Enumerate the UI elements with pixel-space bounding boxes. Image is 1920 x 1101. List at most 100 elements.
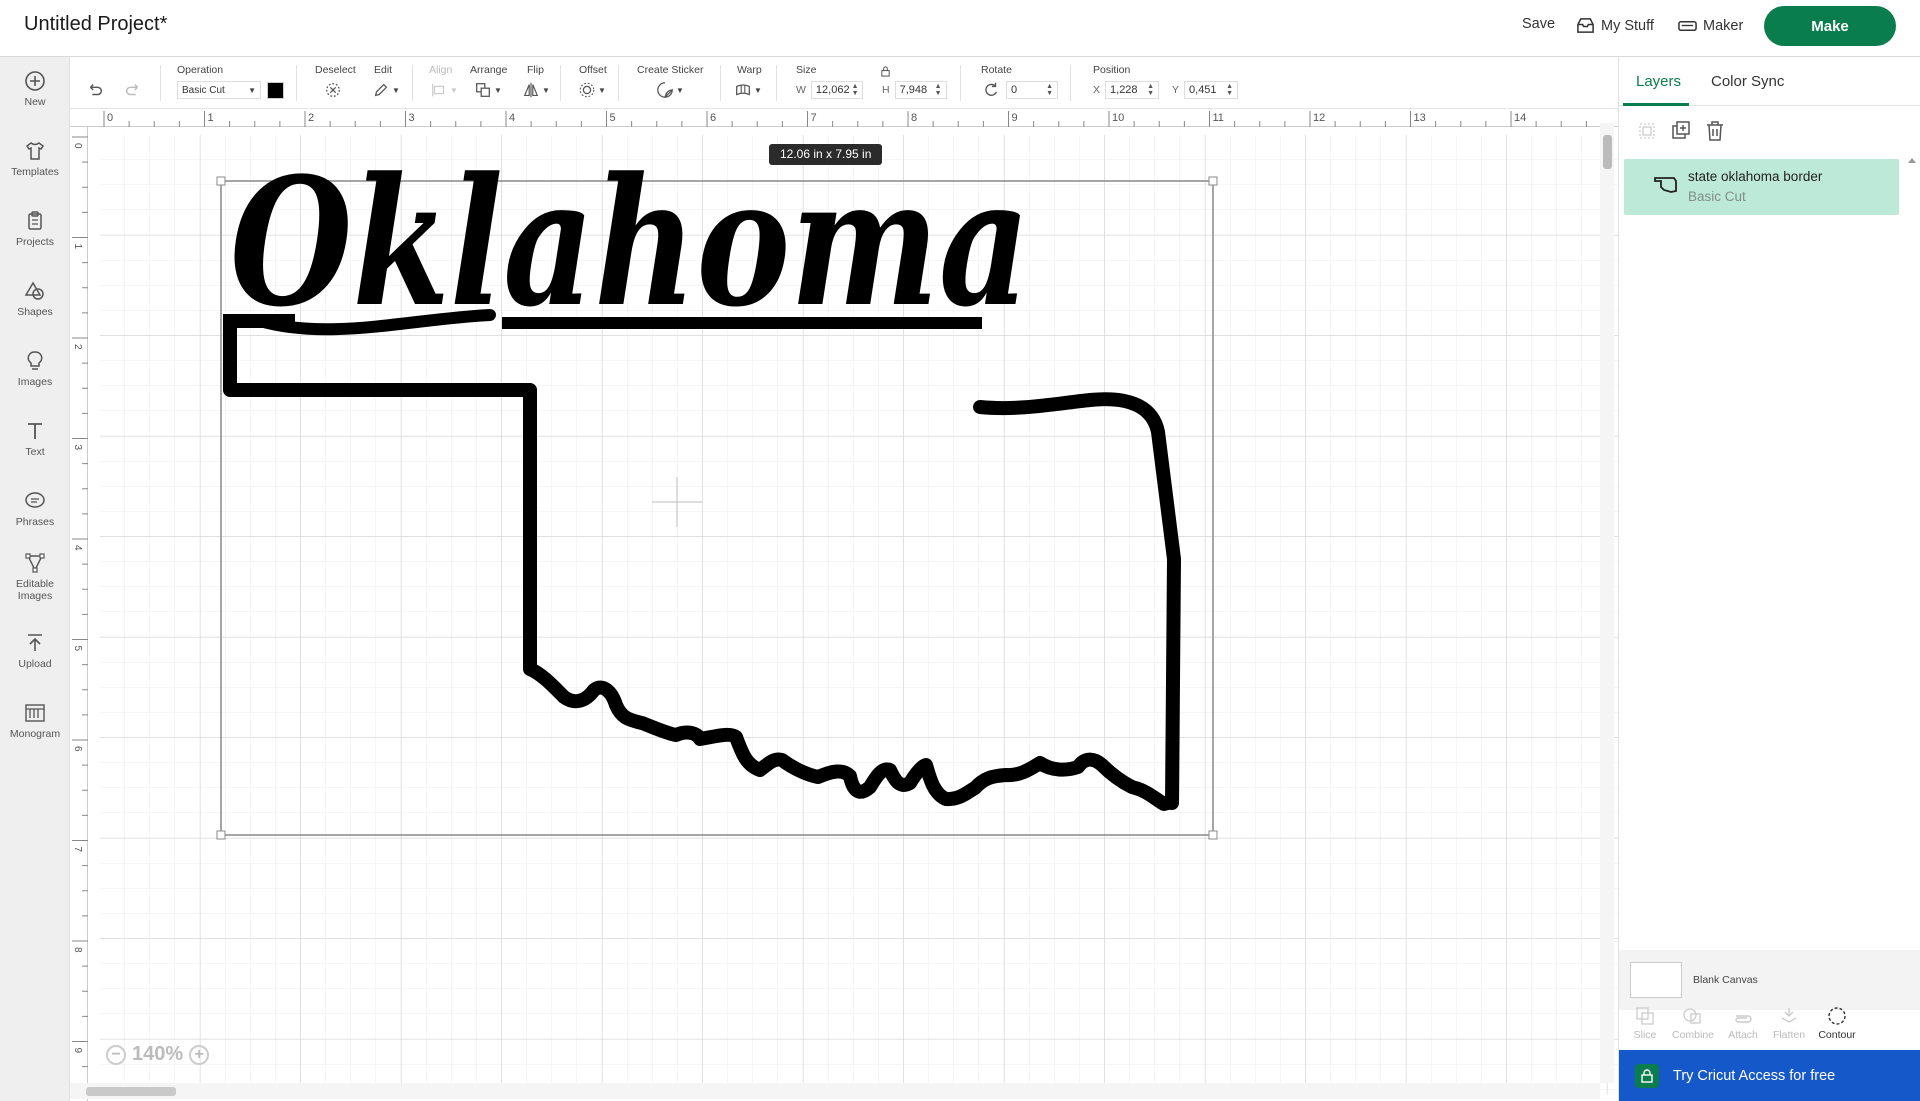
sidebar-item-editable-images[interactable]: Editable Images xyxy=(0,551,70,602)
zoom-in-button[interactable]: + xyxy=(189,1044,210,1065)
stepper-icon[interactable]: ▲ ▼ xyxy=(852,83,859,97)
contour-icon xyxy=(1828,1007,1846,1025)
offset-button[interactable]: ▼ xyxy=(578,81,606,99)
operation-value-box[interactable]: Basic Cut ▼ xyxy=(177,81,261,99)
sidebar-item-new[interactable]: New xyxy=(0,69,70,108)
scroll-thumb[interactable] xyxy=(86,1087,176,1096)
make-button[interactable]: Make xyxy=(1764,6,1896,46)
rotate-input[interactable]: 0 ▲ ▼ xyxy=(1006,81,1058,99)
cricut-access-banner[interactable]: Try Cricut Access for free xyxy=(1619,1050,1920,1101)
y-input[interactable]: 0,451 ▲ ▼ xyxy=(1184,81,1239,99)
maker-label: Maker xyxy=(1703,17,1744,34)
ruler-label: 11 xyxy=(1213,112,1224,124)
blank-canvas-row[interactable]: Blank Canvas xyxy=(1619,950,1920,1010)
combine-icon xyxy=(1683,1008,1701,1024)
x-value: 1,228 xyxy=(1110,84,1138,96)
save-label: Save xyxy=(1522,16,1556,32)
sidebar-item-text[interactable]: Text xyxy=(0,419,70,458)
x-input[interactable]: 1,228 ▲ ▼ xyxy=(1105,81,1160,99)
duplicate-icon[interactable] xyxy=(1669,119,1693,143)
create-sticker-button[interactable]: ▼ xyxy=(656,81,684,99)
ruler-label: 1 xyxy=(208,112,214,124)
deselect-button[interactable] xyxy=(324,81,342,99)
sidebar-item-projects[interactable]: Projects xyxy=(0,209,70,248)
stepper-icon[interactable]: ▲ ▼ xyxy=(1147,83,1154,97)
operation-color-swatch[interactable] xyxy=(267,81,284,99)
ruler-label: 6 xyxy=(710,112,716,124)
horizontal-scrollbar[interactable] xyxy=(70,1083,1600,1099)
ruler-label: 8 xyxy=(72,947,83,953)
combine-button[interactable]: Combine xyxy=(1671,1005,1715,1041)
vertical-scrollbar[interactable] xyxy=(1600,123,1614,1083)
toolbar-divider xyxy=(618,65,619,101)
ruler-label: 0 xyxy=(72,143,83,149)
arrange-button[interactable]: ▼ xyxy=(474,81,502,99)
canvas-color-swatch[interactable] xyxy=(1630,962,1682,998)
operation-select[interactable]: Basic Cut ▼ xyxy=(177,81,284,99)
edit-button[interactable]: ▼ xyxy=(372,81,400,99)
group-icon[interactable] xyxy=(1635,119,1659,143)
sidebar-label: Images xyxy=(17,376,53,388)
my-stuff-button[interactable]: My Stuff xyxy=(1576,16,1654,35)
sidebar-item-phrases[interactable]: Phrases xyxy=(0,489,70,528)
layer-name: state oklahoma border xyxy=(1688,169,1823,184)
panel-scrollbar[interactable] xyxy=(1905,153,1919,1003)
chevron-down-icon: ▼ xyxy=(450,85,458,95)
design-layer-oklahoma[interactable]: Oklahoma xyxy=(70,109,1618,1101)
width-input[interactable]: 12,062 ▲ ▼ xyxy=(810,81,863,99)
warp-icon xyxy=(736,84,750,96)
size-label: Size xyxy=(796,64,817,76)
selection-handle[interactable] xyxy=(216,176,226,186)
align-button[interactable]: ▼ xyxy=(430,81,458,99)
tab-layers[interactable]: Layers xyxy=(1636,73,1681,90)
inbox-icon xyxy=(1577,18,1594,33)
flatten-icon xyxy=(1781,1008,1797,1023)
sidebar-label: Phrases xyxy=(15,516,55,528)
ruler-label: 6 xyxy=(72,746,83,752)
y-value: 0,451 xyxy=(1189,84,1217,96)
contour-label: Contour xyxy=(1818,1029,1856,1041)
zoom-value: 140% xyxy=(132,1043,184,1065)
redo-button[interactable] xyxy=(124,81,142,99)
sidebar-item-images[interactable]: Images xyxy=(0,349,70,388)
ruler-horizontal: 0 1 2 3 4 5 6 7 8 9 10 11 12 13 14 xyxy=(70,109,1618,127)
sidebar-item-shapes[interactable]: Shapes xyxy=(0,279,70,318)
layer-row[interactable]: state oklahoma border Basic Cut xyxy=(1624,159,1899,215)
lock-icon[interactable] xyxy=(880,66,891,77)
zoom-out-button[interactable]: − xyxy=(106,1044,126,1065)
ruler-label: 7 xyxy=(72,847,83,853)
height-value: 7,948 xyxy=(899,84,928,96)
sidebar-item-monogram[interactable]: Monogram xyxy=(0,701,70,740)
slice-button[interactable]: Slice xyxy=(1623,1005,1667,1041)
project-title[interactable]: Untitled Project* xyxy=(24,13,167,36)
stepper-icon[interactable]: ▲ ▼ xyxy=(1226,83,1233,97)
toolbar-divider xyxy=(960,65,961,101)
height-input[interactable]: 7,948 ▲ ▼ xyxy=(894,81,947,99)
sidebar-item-upload[interactable]: Upload xyxy=(0,631,70,670)
design-canvas[interactable]: Oklahoma 0 1 2 3 4 5 6 7 8 9 10 11 12 13 14 0123456789… xyxy=(70,109,1618,1101)
trash-icon[interactable] xyxy=(1703,119,1727,143)
ruler-label: 2 xyxy=(72,344,83,350)
stepper-icon[interactable]: ▲ ▼ xyxy=(1046,83,1053,97)
attach-button[interactable]: Attach xyxy=(1721,1005,1765,1041)
save-button[interactable]: Save xyxy=(1522,16,1555,32)
width-control: W 12,062 ▲ ▼ xyxy=(796,81,863,99)
selection-handle[interactable] xyxy=(1208,830,1218,840)
flip-button[interactable]: ▼ xyxy=(522,81,550,99)
operation-label: Operation xyxy=(177,64,224,76)
scroll-thumb[interactable] xyxy=(1603,135,1612,169)
maker-button[interactable]: Maker xyxy=(1678,16,1743,35)
selection-handle[interactable] xyxy=(216,830,226,840)
contour-button[interactable]: Contour xyxy=(1815,1005,1859,1041)
flatten-button[interactable]: Flatten xyxy=(1767,1005,1811,1041)
warp-button[interactable]: ▼ xyxy=(734,81,762,99)
chevron-down-icon: ▼ xyxy=(248,85,256,95)
stepper-icon[interactable]: ▲ ▼ xyxy=(935,83,942,97)
sidebar-item-templates[interactable]: Templates xyxy=(0,139,70,178)
selection-handle[interactable] xyxy=(1208,176,1218,186)
toolbar-divider xyxy=(160,65,161,101)
sidebar-label-line2: Images xyxy=(17,590,53,602)
undo-button[interactable] xyxy=(86,81,104,99)
edit-label: Edit xyxy=(374,64,393,76)
tab-color-sync[interactable]: Color Sync xyxy=(1711,73,1784,90)
